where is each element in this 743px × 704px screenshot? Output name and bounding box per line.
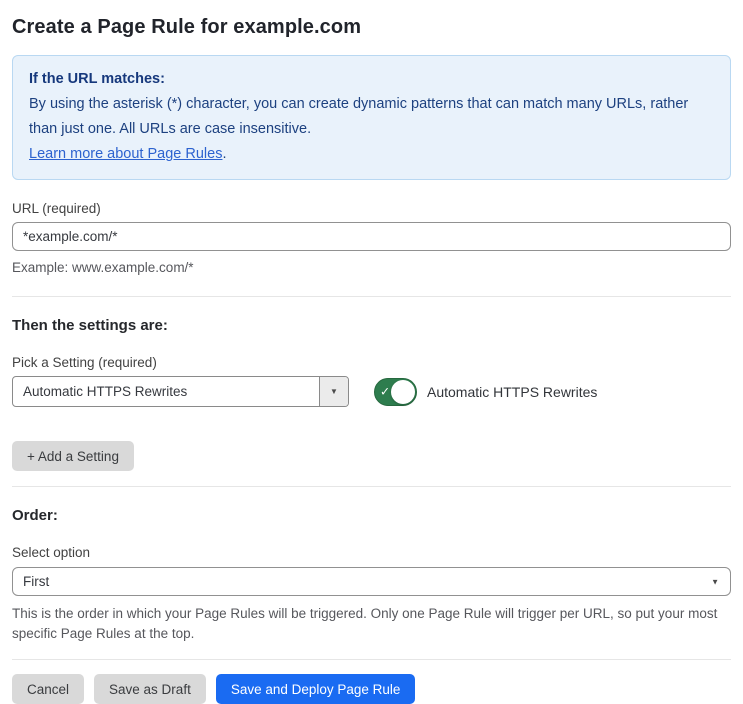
divider <box>12 486 731 487</box>
order-helper-text: This is the order in which your Page Rul… <box>12 606 718 641</box>
setting-dropdown[interactable]: Automatic HTTPS Rewrites ▼ <box>12 376 349 407</box>
settings-section-heading: Then the settings are: <box>12 317 168 334</box>
info-box-link-line: Learn more about Page Rules. <box>29 142 714 167</box>
order-section-heading: Order: <box>12 507 58 524</box>
save-as-draft-button[interactable]: Save as Draft <box>94 674 206 704</box>
save-and-deploy-button[interactable]: Save and Deploy Page Rule <box>215 674 416 704</box>
automatic-https-rewrites-toggle[interactable]: ✓ <box>374 377 417 406</box>
footer-actions: Cancel Save as Draft Save and Deploy Pag… <box>12 674 731 704</box>
link-suffix: . <box>222 146 227 162</box>
add-setting-button[interactable]: + Add a Setting <box>12 441 134 471</box>
page-title: Create a Page Rule for example.com <box>12 16 362 38</box>
order-select-label: Select option <box>12 545 91 560</box>
url-example-helper: Example: www.example.com/* <box>12 260 194 275</box>
create-page-rule-form: Create a Page Rule for example.com If th… <box>0 0 743 704</box>
divider <box>12 659 731 660</box>
toggle-knob <box>391 379 415 404</box>
url-field-label: URL (required) <box>12 201 101 216</box>
setting-controls-row: Automatic HTTPS Rewrites ▼ ✓ Automatic H… <box>12 376 731 407</box>
check-icon: ✓ <box>380 384 391 399</box>
info-box-body: By using the asterisk (*) character, you… <box>29 96 689 137</box>
info-box-heading: If the URL matches: <box>29 71 165 87</box>
order-select-value: First <box>23 574 50 589</box>
setting-dropdown-value: Automatic HTTPS Rewrites <box>23 384 188 399</box>
chevron-down-icon: ▼ <box>330 387 338 396</box>
toggle-label: Automatic HTTPS Rewrites <box>427 383 598 400</box>
cancel-button[interactable]: Cancel <box>12 674 85 704</box>
chevron-down-icon: ▼ <box>711 577 719 586</box>
order-select[interactable]: First ▼ <box>12 567 731 596</box>
learn-more-link[interactable]: Learn more about Page Rules <box>29 146 222 162</box>
pick-setting-label: Pick a Setting (required) <box>12 355 157 370</box>
divider <box>12 296 731 297</box>
url-matches-info-box: If the URL matches: By using the asteris… <box>12 55 731 180</box>
url-input[interactable] <box>12 222 731 251</box>
dropdown-caret-button[interactable]: ▼ <box>319 377 348 406</box>
